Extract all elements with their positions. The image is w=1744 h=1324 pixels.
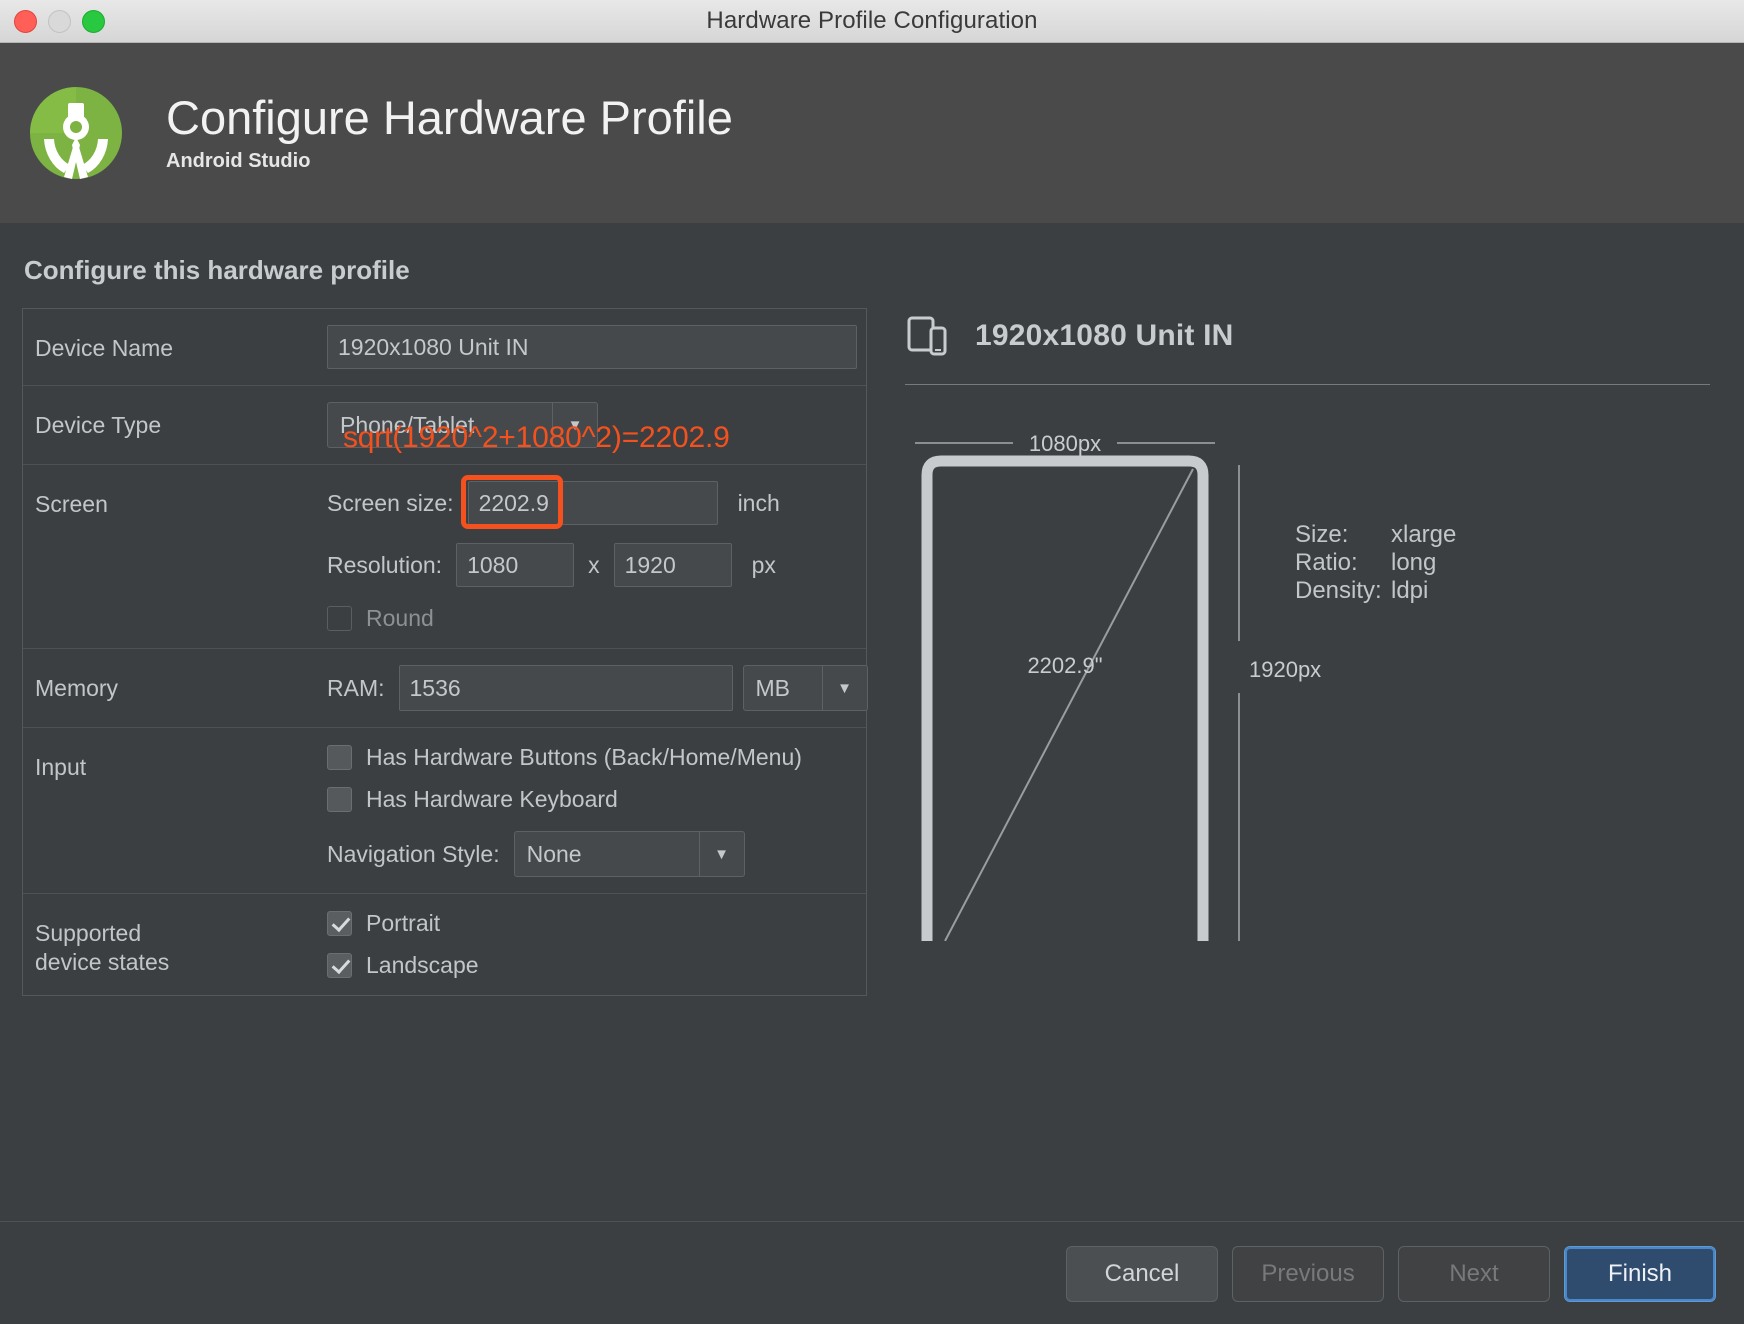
- resolution-width-input[interactable]: [456, 543, 574, 587]
- spec-value-ratio: long: [1391, 549, 1436, 577]
- form-row-screen: Screen sqrt(1920^2+1080^2)=2202.9 Screen…: [23, 465, 866, 649]
- cancel-button[interactable]: Cancel: [1066, 1246, 1218, 1302]
- form-row-memory: Memory RAM: MB ▼: [23, 649, 866, 728]
- spec-row-ratio: Ratio: long: [1295, 549, 1456, 577]
- preview-device-name: 1920x1080 Unit IN: [975, 319, 1234, 353]
- device-states-label-line2: device states: [35, 948, 327, 977]
- hardware-profile-form: Device Name Device Type Phone/Tablet ▼: [22, 308, 867, 996]
- screen-size-input[interactable]: [468, 481, 718, 525]
- devices-icon: [905, 314, 949, 358]
- minimize-button[interactable]: [48, 10, 71, 33]
- hardware-profile-dialog: Hardware Profile Configuration Configure…: [0, 0, 1744, 1324]
- spec-key-density: Density:: [1295, 577, 1391, 605]
- dialog-heading: Configure Hardware Profile: [166, 93, 733, 142]
- hardware-keyboard-checkbox[interactable]: [327, 787, 352, 812]
- landscape-label: Landscape: [366, 952, 479, 979]
- portrait-checkbox[interactable]: [327, 911, 352, 936]
- spec-row-size: Size: xlarge: [1295, 521, 1456, 549]
- navigation-style-label: Navigation Style:: [327, 841, 500, 868]
- round-checkbox-row[interactable]: Round: [327, 605, 852, 632]
- round-label: Round: [366, 605, 434, 632]
- chevron-down-icon[interactable]: ▼: [699, 832, 744, 876]
- device-name-label: Device Name: [35, 325, 327, 363]
- window-title: Hardware Profile Configuration: [0, 7, 1744, 35]
- resolution-label: Resolution:: [327, 552, 442, 579]
- device-type-label: Device Type: [35, 402, 327, 440]
- window-controls: [14, 10, 105, 33]
- screen-label: Screen: [35, 481, 327, 519]
- device-preview-panel: 1920x1080 Unit IN 1080px 2202.9": [905, 308, 1722, 941]
- height-dimension-label: 1920px: [1249, 657, 1321, 682]
- close-button[interactable]: [14, 10, 37, 33]
- form-row-device-states: Supported device states Portrait Landsca…: [23, 894, 866, 995]
- hardware-keyboard-checkbox-row[interactable]: Has Hardware Keyboard: [327, 786, 852, 813]
- portrait-label: Portrait: [366, 910, 440, 937]
- previous-button[interactable]: Previous: [1232, 1246, 1384, 1302]
- landscape-checkbox[interactable]: [327, 953, 352, 978]
- hardware-buttons-checkbox-row[interactable]: Has Hardware Buttons (Back/Home/Menu): [327, 744, 852, 771]
- device-diagram: 1080px 2202.9" 1920px Size:: [905, 421, 1722, 941]
- round-checkbox[interactable]: [327, 606, 352, 631]
- screen-size-unit: inch: [738, 490, 780, 517]
- window-titlebar: Hardware Profile Configuration: [0, 0, 1744, 43]
- maximize-button[interactable]: [82, 10, 105, 33]
- device-name-input[interactable]: [327, 325, 857, 369]
- spec-key-size: Size:: [1295, 521, 1391, 549]
- resolution-unit: px: [752, 552, 776, 579]
- memory-label: Memory: [35, 665, 327, 703]
- preview-header: 1920x1080 Unit IN: [905, 314, 1710, 385]
- ram-label: RAM:: [327, 675, 385, 702]
- navigation-style-dropdown[interactable]: None ▼: [514, 831, 745, 877]
- hardware-buttons-label: Has Hardware Buttons (Back/Home/Menu): [366, 744, 802, 771]
- resolution-height-input[interactable]: [614, 543, 732, 587]
- landscape-checkbox-row[interactable]: Landscape: [327, 952, 852, 979]
- next-button[interactable]: Next: [1398, 1246, 1550, 1302]
- navigation-style-value: None: [515, 832, 699, 876]
- ram-unit-dropdown[interactable]: MB ▼: [743, 665, 868, 711]
- portrait-checkbox-row[interactable]: Portrait: [327, 910, 852, 937]
- formula-annotation: sqrt(1920^2+1080^2)=2202.9: [343, 421, 730, 455]
- spec-key-ratio: Ratio:: [1295, 549, 1391, 577]
- width-dimension-label: 1080px: [1029, 431, 1101, 456]
- hardware-keyboard-label: Has Hardware Keyboard: [366, 786, 618, 813]
- screen-size-label: Screen size:: [327, 490, 454, 517]
- device-states-label-line1: Supported: [35, 919, 327, 948]
- spec-value-density: ldpi: [1391, 577, 1428, 605]
- input-label: Input: [35, 744, 327, 782]
- spec-row-density: Density: ldpi: [1295, 577, 1456, 605]
- device-states-label: Supported device states: [35, 910, 327, 978]
- dialog-body: Configure this hardware profile Device N…: [0, 223, 1744, 1324]
- dialog-header: Configure Hardware Profile Android Studi…: [0, 43, 1744, 223]
- page-title: Configure this hardware profile: [22, 223, 1722, 308]
- spec-value-size: xlarge: [1391, 521, 1456, 549]
- form-row-device-name: Device Name: [23, 309, 866, 386]
- form-row-input: Input Has Hardware Buttons (Back/Home/Me…: [23, 728, 866, 894]
- dialog-footer: Cancel Previous Next Finish: [0, 1221, 1744, 1324]
- android-studio-logo-icon: [24, 81, 128, 185]
- ram-input[interactable]: [399, 665, 733, 711]
- diagonal-dimension-label: 2202.9": [1027, 653, 1102, 678]
- finish-button[interactable]: Finish: [1564, 1246, 1716, 1302]
- dialog-subheading: Android Studio: [166, 150, 733, 173]
- resolution-separator: x: [588, 552, 600, 579]
- hardware-buttons-checkbox[interactable]: [327, 745, 352, 770]
- chevron-down-icon[interactable]: ▼: [822, 666, 867, 710]
- ram-unit-value: MB: [744, 666, 822, 710]
- device-specs: Size: xlarge Ratio: long Density: ldpi: [1295, 521, 1456, 604]
